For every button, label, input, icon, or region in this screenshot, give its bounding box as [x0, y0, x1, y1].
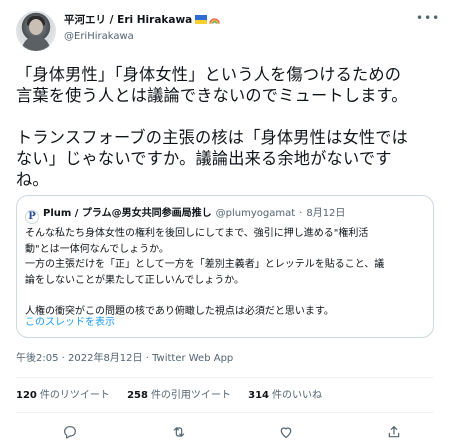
- quotes-count: 258: [127, 390, 148, 401]
- author-name-block: 平河エリ / Eri Hirakawa @EriHirakawa: [64, 13, 220, 44]
- divider: [16, 377, 434, 378]
- author-display-name-text[interactable]: 平河エリ / Eri Hirakawa: [64, 14, 192, 26]
- quotes-label: 件の引用ツイート: [150, 390, 231, 401]
- show-thread-link[interactable]: このスレッドを表示: [25, 316, 115, 330]
- retweets-count: 120: [16, 390, 37, 401]
- engagement-stats: 120 件のリツイート 258 件の引用ツイート 314 件のいいね: [16, 389, 336, 403]
- quoted-separator: ·: [299, 208, 303, 219]
- quoted-author-name: Plum / プラム@男女共同参画局推し: [43, 208, 212, 219]
- tweet-text: 「身体男性」「身体女性」という人を傷つけるための 言葉を使う人とは議論できないの…: [16, 65, 409, 189]
- quoted-tweet-header: P Plum / プラム@男女共同参画局推し @plumyogamat · 8月12日: [25, 207, 345, 224]
- quoted-tweet[interactable]: P Plum / プラム@男女共同参画局推し @plumyogamat · 8月12日 …: [16, 195, 434, 338]
- divider: [16, 412, 434, 413]
- action-bar: [16, 422, 434, 442]
- quoted-date: 8月12日: [306, 208, 346, 219]
- likes-label: 件のいいね: [272, 390, 322, 401]
- more-icon[interactable]: •••: [416, 12, 439, 27]
- likes-stat[interactable]: 314 件のいいね: [248, 389, 322, 403]
- heart-icon[interactable]: [278, 424, 296, 440]
- likes-count: 314: [248, 390, 269, 401]
- author-display-name[interactable]: 平河エリ / Eri Hirakawa: [64, 13, 220, 28]
- quoted-author-avatar: P: [25, 210, 39, 224]
- quotes-stat[interactable]: 258 件の引用ツイート: [127, 389, 231, 403]
- tweet-timestamp[interactable]: 午後2:05 · 2022年8月12日 · Twitter Web App: [16, 352, 233, 366]
- retweets-label: 件のリツイート: [39, 390, 110, 401]
- reply-icon[interactable]: [62, 424, 80, 440]
- ukraine-flag-icon: [195, 15, 208, 24]
- retweet-icon[interactable]: [171, 424, 189, 440]
- rainbow-icon: [209, 18, 220, 24]
- author-avatar[interactable]: [16, 11, 56, 51]
- quoted-author-handle: @plumyogamat: [215, 208, 296, 219]
- quoted-tweet-text: そんな私たち身体女性の権利を後回しにしてまで、強引に押し進める"権利活 動"とは…: [25, 228, 385, 317]
- author-handle[interactable]: @EriHirakawa: [64, 30, 220, 44]
- tweet-header: 平河エリ / Eri Hirakawa @EriHirakawa •••: [16, 11, 439, 51]
- retweets-stat[interactable]: 120 件のリツイート: [16, 389, 110, 403]
- share-icon[interactable]: [386, 424, 404, 440]
